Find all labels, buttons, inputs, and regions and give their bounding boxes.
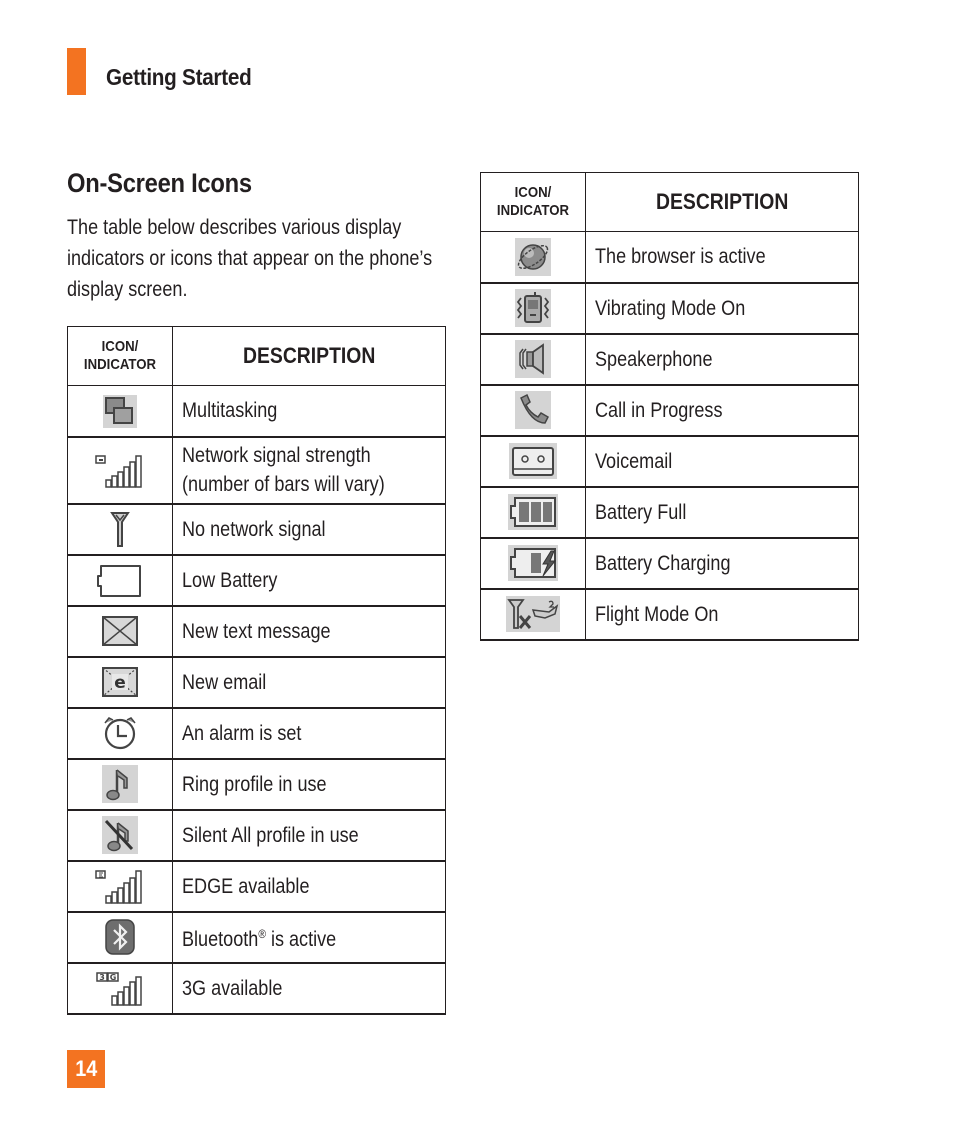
intro-line: display screen. (67, 278, 188, 301)
table-row: Multitasking (67, 385, 446, 438)
table-row: Network signal strength (number of bars w… (67, 436, 446, 505)
row-description: Network signal strength (182, 444, 371, 467)
silent-all-profile-icon (100, 815, 140, 855)
row-description: 3G available (182, 976, 283, 1000)
header-icon-line2: INDICATOR (83, 356, 157, 373)
network-signal-icon (94, 450, 146, 490)
header-description: DESCRIPTION (585, 172, 859, 232)
row-description-suffix: is active (265, 928, 337, 951)
header-icon-indicator: ICON/INDICATOR (480, 172, 586, 232)
row-description: Multitasking (182, 399, 278, 423)
bluetooth-icon (100, 917, 140, 957)
table-row: EDGE available (67, 860, 446, 913)
row-description-line2: (number of bars will vary) (182, 473, 385, 496)
header-icon-line1: ICON/ (101, 338, 139, 355)
vibrating-mode-icon (513, 288, 553, 328)
call-in-progress-icon (513, 390, 553, 430)
icons-table-left: ICON/INDICATOR DESCRIPTION Multitasking … (67, 326, 446, 1015)
header-description-label: DESCRIPTION (242, 343, 376, 368)
page-number: 14 (67, 1050, 105, 1088)
row-description: An alarm is set (182, 721, 302, 745)
row-description: Voicemail (595, 449, 673, 473)
browser-icon (513, 237, 553, 277)
table-row: Voicemail (480, 435, 859, 488)
row-description: New text message (182, 619, 331, 643)
header-description-label: DESCRIPTION (655, 189, 789, 214)
icons-table-right: ICON/INDICATOR DESCRIPTION The browser i… (480, 172, 859, 641)
edge-signal-icon (94, 866, 146, 906)
header-icon-line2: INDICATOR (496, 202, 570, 219)
voicemail-icon (508, 441, 558, 481)
svg-text:3: 3 (99, 973, 105, 982)
row-description: Low Battery (182, 568, 278, 592)
page-heading: On-Screen Icons (67, 168, 252, 198)
table-row: Silent All profile in use (67, 809, 446, 862)
svg-text:G: G (110, 973, 117, 982)
page-number-text: 14 (74, 1056, 98, 1081)
multitasking-icon (100, 391, 140, 431)
speakerphone-icon (513, 339, 553, 379)
battery-charging-icon (507, 543, 559, 583)
row-description: Call in Progress (595, 398, 723, 422)
row-description-text: EDGE available (182, 874, 310, 898)
header-icon-indicator: ICON/INDICATOR (67, 326, 173, 386)
row-description: No network signal (182, 517, 326, 541)
table-row: Vibrating Mode On (480, 282, 859, 335)
table-row: Speakerphone (480, 333, 859, 386)
row-description: Ring profile in use (182, 772, 327, 796)
svg-text:e: e (114, 673, 126, 693)
new-email-icon: e (100, 662, 140, 702)
table-row: Battery Full (480, 486, 859, 539)
table-row: Ring profile in use (67, 758, 446, 811)
table-row: Battery Charging (480, 537, 859, 590)
table-row: The browser is active (480, 231, 859, 284)
table-row: An alarm is set (67, 707, 446, 760)
table-row: 3G 3G available (67, 962, 446, 1015)
alarm-icon (100, 713, 140, 753)
section-accent-bar (67, 48, 86, 95)
header-description: DESCRIPTION (172, 326, 446, 386)
table-row: Bluetooth® is active (67, 911, 446, 964)
3g-signal-icon: 3G (94, 968, 146, 1008)
table-header-row: ICON/INDICATOR DESCRIPTION (67, 326, 446, 386)
table-row: e New email (67, 656, 446, 709)
no-network-signal-icon (100, 509, 140, 549)
table-row: New text message (67, 605, 446, 658)
row-description: Flight Mode On (595, 602, 719, 626)
row-description: New email (182, 670, 267, 694)
header-icon-line1: ICON/ (514, 184, 552, 201)
intro-line: The table below describes various displa… (67, 216, 402, 239)
row-description: EDGE available (182, 872, 309, 901)
intro-paragraph: The table below describes various displa… (67, 212, 437, 305)
table-row: Flight Mode On (480, 588, 859, 641)
row-description: Silent All profile in use (182, 823, 359, 847)
table-header-row: ICON/INDICATOR DESCRIPTION (480, 172, 859, 232)
table-row: No network signal (67, 503, 446, 556)
table-row: Call in Progress (480, 384, 859, 437)
row-description: Bluetooth® is active (182, 920, 336, 954)
row-description: The browser is active (595, 245, 766, 269)
ring-profile-icon (100, 764, 140, 804)
low-battery-icon (95, 560, 145, 600)
new-text-message-icon (100, 611, 140, 651)
row-description: Speakerphone (595, 347, 713, 371)
intro-line: indicators or icons that appear on the p… (67, 247, 433, 270)
section-title: Getting Started (106, 64, 252, 90)
table-row: Low Battery (67, 554, 446, 607)
row-description: Battery Charging (595, 551, 731, 575)
flight-mode-icon (505, 594, 561, 634)
battery-full-icon (507, 492, 559, 532)
row-description-text: Bluetooth (182, 928, 259, 951)
registered-mark: ® (258, 927, 266, 941)
row-description: Battery Full (595, 500, 687, 524)
row-description: Vibrating Mode On (595, 296, 746, 320)
